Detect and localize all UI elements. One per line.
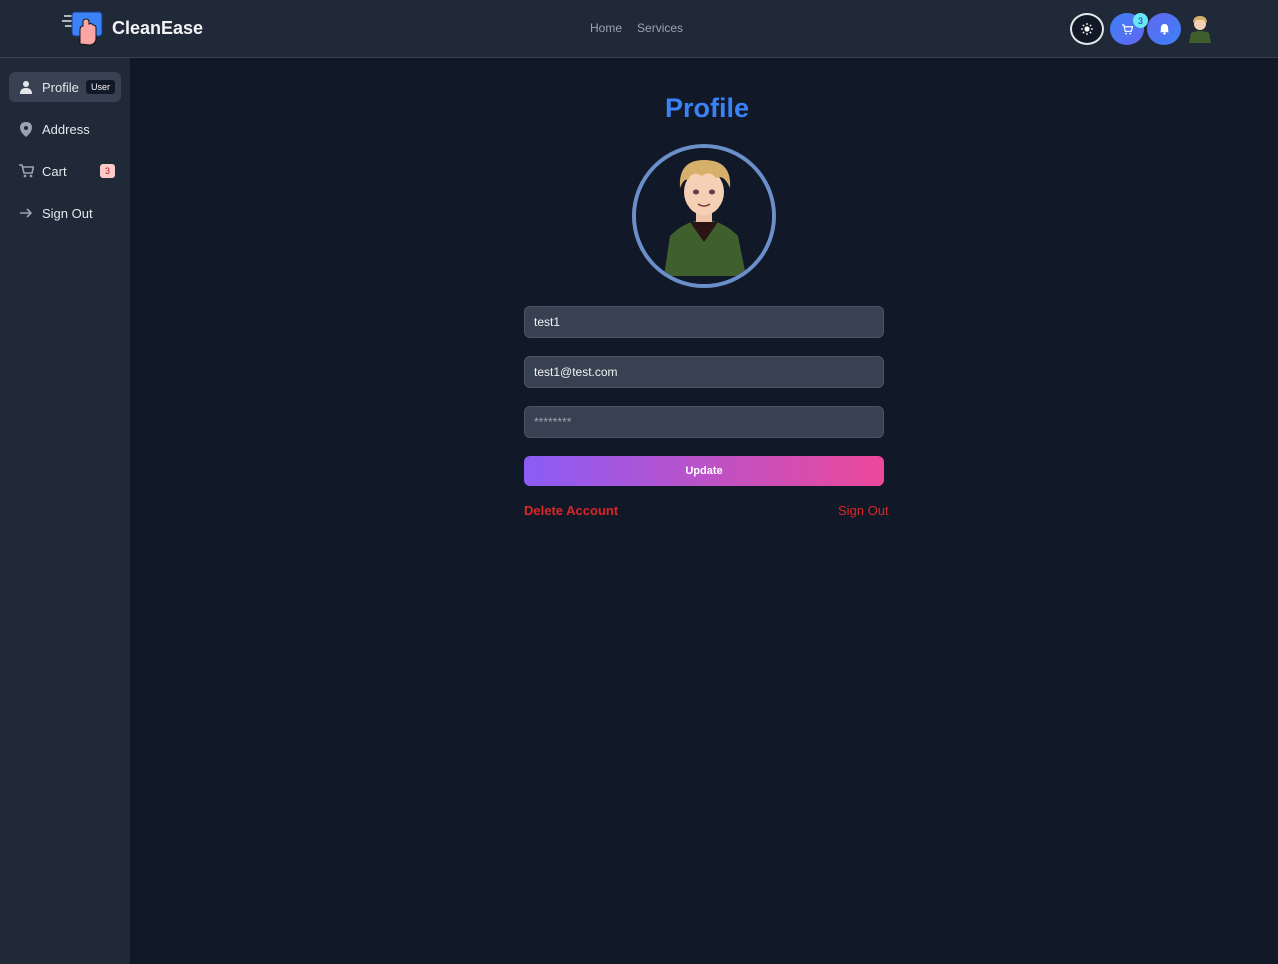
sidebar: Profile User Address Cart 3 Sign Out	[0, 58, 130, 964]
email-field[interactable]	[524, 356, 884, 388]
password-field[interactable]	[524, 406, 884, 438]
sign-out-link[interactable]: Sign Out	[838, 503, 889, 518]
sidebar-item-cart[interactable]: Cart 3	[9, 156, 121, 186]
user-icon	[17, 78, 35, 96]
page-title-text: Profile	[665, 93, 750, 123]
top-navbar: CleanEase Home Services 3	[0, 0, 1278, 58]
theme-toggle-button[interactable]	[1070, 13, 1104, 45]
location-pin-icon	[17, 120, 35, 138]
brand[interactable]: CleanEase	[62, 10, 203, 46]
nav-services-link[interactable]: Services	[637, 21, 683, 35]
sidebar-item-label: Profile	[42, 79, 79, 95]
delete-account-link[interactable]: Delete Account	[524, 503, 618, 518]
profile-avatar[interactable]	[632, 144, 776, 288]
sidebar-item-label: Sign Out	[42, 205, 93, 221]
sun-icon	[1081, 23, 1093, 35]
sidebar-item-sign-out[interactable]: Sign Out	[9, 198, 121, 228]
username-field[interactable]	[524, 306, 884, 338]
cart-icon	[17, 162, 35, 180]
role-badge: User	[85, 80, 115, 94]
sidebar-item-profile[interactable]: Profile User	[9, 72, 121, 102]
cart-count-badge: 3	[99, 164, 115, 178]
notifications-button[interactable]	[1147, 13, 1181, 45]
avatar-illustration	[636, 148, 772, 284]
nav-home-link[interactable]: Home	[590, 21, 622, 35]
sidebar-item-address[interactable]: Address	[9, 114, 121, 144]
cleaning-hand-logo-icon	[62, 10, 106, 46]
cart-icon	[1121, 23, 1133, 35]
cart-count-badge: 3	[1133, 13, 1148, 28]
bell-icon	[1159, 23, 1169, 35]
header-avatar[interactable]	[1187, 13, 1213, 43]
arrow-right-icon	[17, 204, 35, 222]
main-nav: Home Services	[590, 21, 683, 35]
update-button[interactable]: Update	[524, 456, 884, 486]
brand-name: CleanEase	[112, 17, 204, 38]
sidebar-item-label: Cart	[42, 163, 67, 179]
sidebar-item-label: Address	[42, 121, 90, 137]
